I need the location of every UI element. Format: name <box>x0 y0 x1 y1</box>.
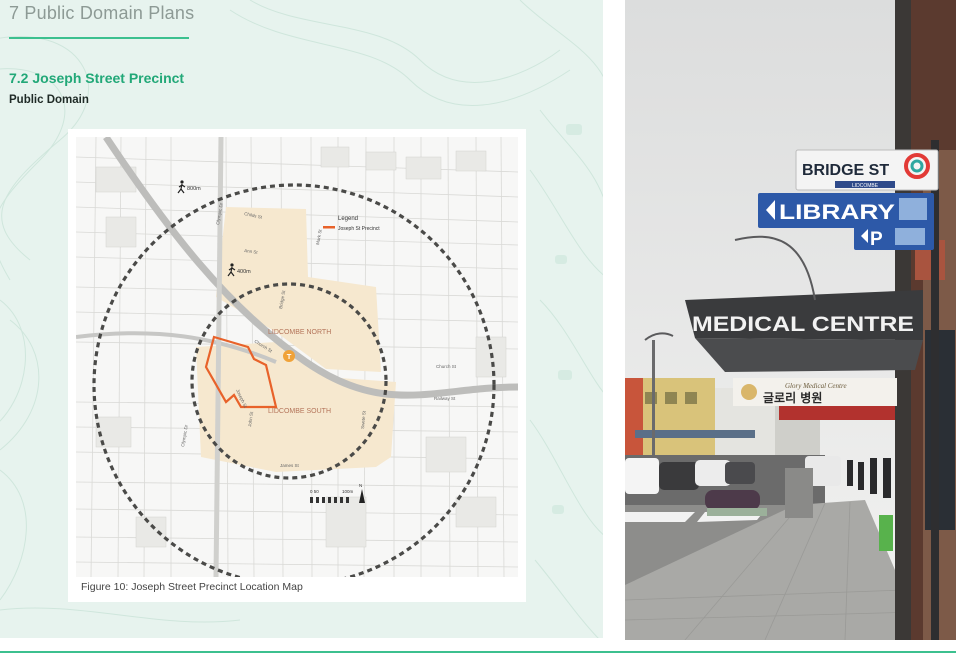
bridge-street-suburb: LIDCOMBE <box>852 183 879 189</box>
legend-title: Legend <box>338 216 358 222</box>
library-sign-text: LIBRARY <box>779 201 895 224</box>
area-label-south: LIDCOMBE SOUTH <box>268 408 331 415</box>
green-bin <box>879 515 893 551</box>
radius-label-800m: 800m <box>187 186 201 192</box>
chapter-divider <box>9 37 189 39</box>
area-label-north: LIDCOMBE NORTH <box>268 329 331 336</box>
glory-sign-korean: 글로리 병원 <box>763 390 822 405</box>
figure-caption: Figure 10: Joseph Street Precinct Locati… <box>81 581 303 593</box>
street-label: Railway St <box>434 396 456 401</box>
scale-label-start: 0 50 <box>310 489 319 494</box>
glory-sign-english: Glory Medical Centre <box>785 382 847 390</box>
section-title: 7.2 Joseph Street Precinct <box>9 70 185 86</box>
chapter-title: 7 Public Domain Plans <box>9 3 195 23</box>
station-icon: T <box>287 352 292 361</box>
street-label: Church St <box>436 364 457 369</box>
section-subtitle: Public Domain <box>9 94 89 106</box>
library-direction-sign: LIBRARY <box>758 193 934 228</box>
parking-sign-text: P <box>870 229 883 250</box>
radius-label-400m: 400m <box>237 269 251 275</box>
north-label: N <box>359 483 362 488</box>
medical-centre-sign: MEDICAL CENTRE <box>692 313 914 336</box>
parking-direction-sign: P <box>854 223 934 250</box>
scale-label-end: 100m <box>342 489 354 494</box>
document-page: 7 Public Domain Plans 7.2 Joseph Street … <box>0 0 603 638</box>
bridge-street-sign: BRIDGE ST LIDCOMBE <box>795 149 939 191</box>
planter <box>785 468 813 518</box>
legend-swatch <box>323 226 335 229</box>
location-map-figure: T 800m 400m Legend Joseph St Precinct LI… <box>68 129 526 602</box>
street-label: James St <box>280 463 300 468</box>
precinct-location-map: T 800m 400m Legend Joseph St Precinct LI… <box>76 137 518 577</box>
page-footer-divider <box>0 651 956 653</box>
bridge-street-name: BRIDGE ST <box>802 162 889 179</box>
legend-item: Joseph St Precinct <box>338 226 380 232</box>
street-photo: MEDICAL CENTRE Glory Medical Centre 글로리 … <box>625 0 956 640</box>
